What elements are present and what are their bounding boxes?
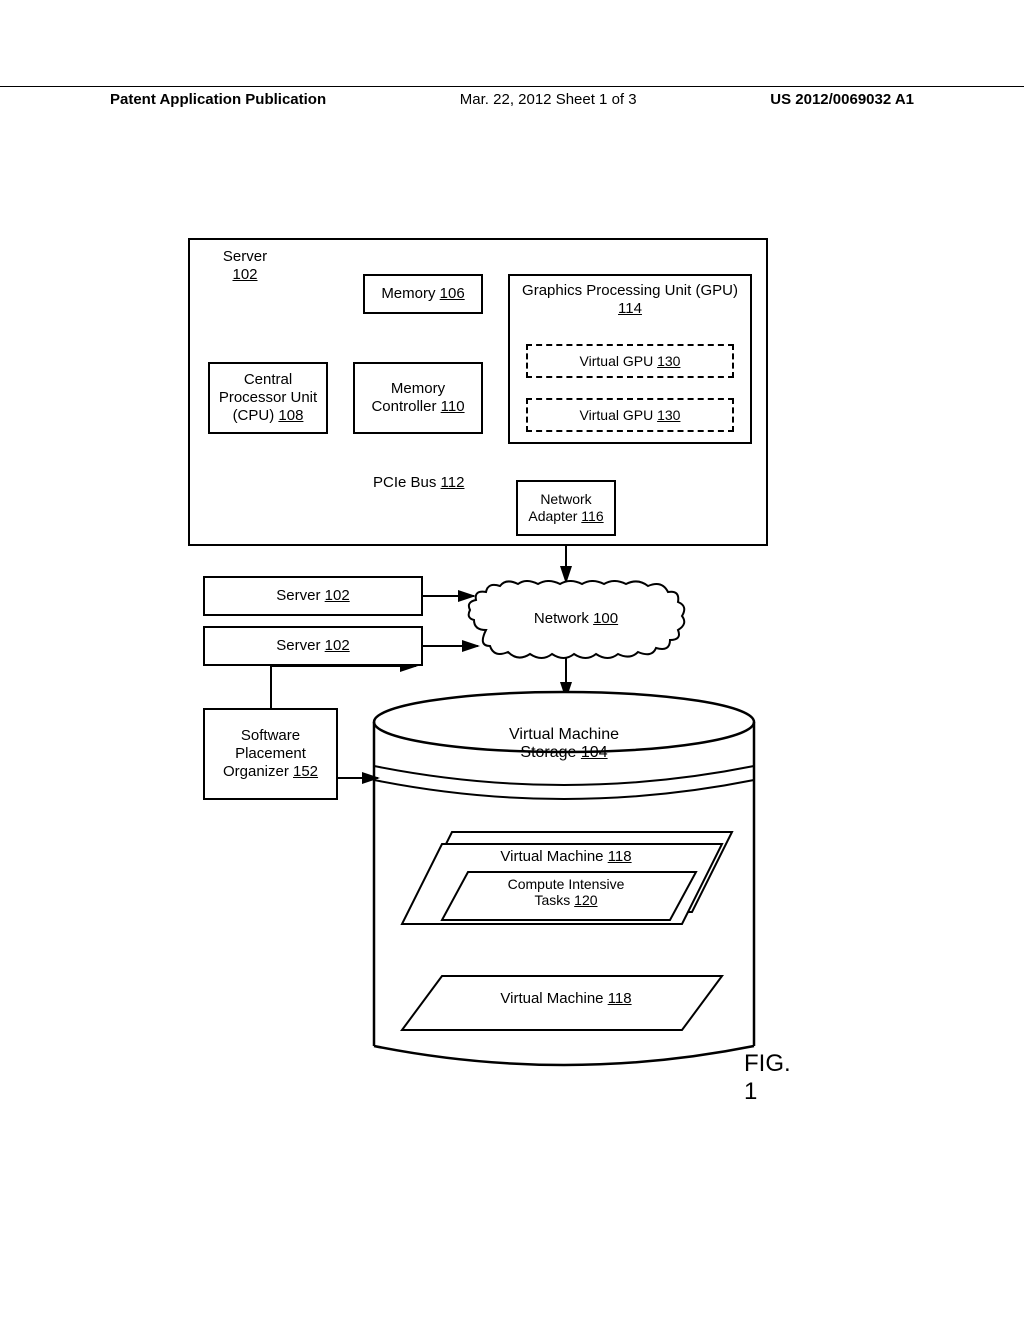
page-header: Patent Application Publication Mar. 22, … xyxy=(0,86,1024,108)
header-left: Patent Application Publication xyxy=(110,91,326,108)
vm-card-2: Virtual Machine 118 xyxy=(396,970,736,1040)
server-2-block: Server 102 xyxy=(203,576,423,616)
memory-controller-block: Memory Controller 110 xyxy=(353,362,483,434)
network-label: Network 100 xyxy=(466,610,686,627)
network-adapter-block: Network Adapter 116 xyxy=(516,480,616,536)
vm-card-stack: Virtual Machine 118 Compute Intensive Ta… xyxy=(396,826,736,956)
server-title: Server 102 xyxy=(210,248,280,284)
header-mid: Mar. 22, 2012 Sheet 1 of 3 xyxy=(460,91,637,108)
memory-block: Memory 106 xyxy=(363,274,483,314)
figure-label: FIG. 1 xyxy=(744,1050,791,1106)
figure-1-diagram: Server 102 Memory 106 Central Processor … xyxy=(168,238,788,1078)
compute-tasks-label: Compute Intensive Tasks 120 xyxy=(396,876,736,908)
vm-storage-cylinder: Virtual Machine Storage 104 Virtual Mach… xyxy=(366,686,762,1076)
header-right: US 2012/0069032 A1 xyxy=(770,91,914,108)
storage-title: Virtual Machine Storage 104 xyxy=(366,726,762,762)
vm-1-label: Virtual Machine 118 xyxy=(396,848,736,865)
virtual-gpu-1: Virtual GPU 130 xyxy=(526,344,734,378)
vm-2-label: Virtual Machine 118 xyxy=(396,990,736,1007)
virtual-gpu-2: Virtual GPU 130 xyxy=(526,398,734,432)
cpu-block: Central Processor Unit (CPU) 108 xyxy=(208,362,328,434)
pcie-bus-label: PCIe Bus 112 xyxy=(373,474,464,491)
server-3-block: Server 102 xyxy=(203,626,423,666)
software-placement-organizer-block: Software Placement Organizer 152 xyxy=(203,708,338,800)
